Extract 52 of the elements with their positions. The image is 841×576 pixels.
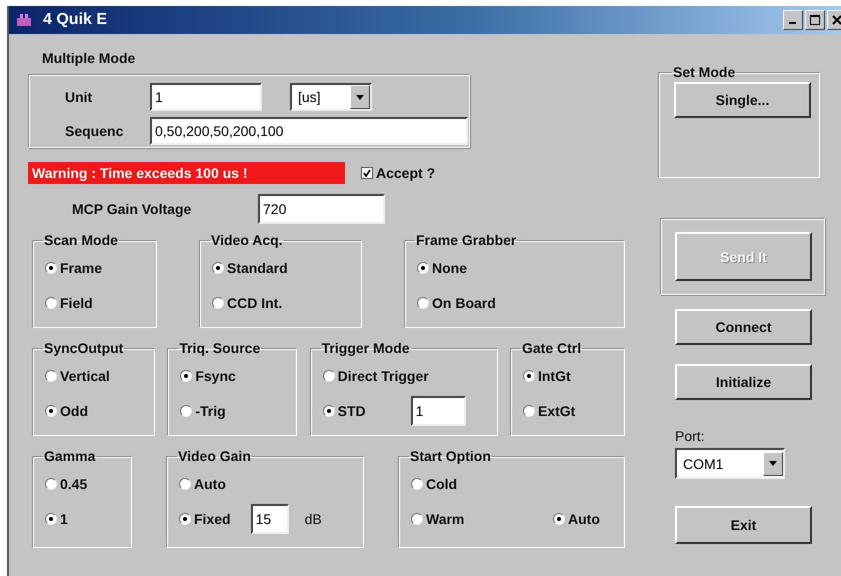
unit-label: dB	[304, 510, 322, 526]
voltage-field[interactable]: 720	[258, 194, 385, 224]
group-title: Video Gain	[177, 448, 252, 464]
group-title: Gamma	[43, 448, 96, 464]
radio-option[interactable]: None	[417, 260, 467, 276]
group-title: Scan Mode	[43, 232, 119, 248]
radio-option[interactable]: -Trig	[180, 402, 226, 418]
radio-option[interactable]: Direct Trigger	[322, 368, 429, 384]
radio-option[interactable]: Cold	[411, 476, 458, 492]
group-title: Set Mode	[672, 64, 736, 80]
radio-option[interactable]: Field	[45, 294, 93, 310]
window-title: 4 Quik E	[43, 11, 108, 29]
radio-option[interactable]: IntGt	[522, 368, 571, 384]
sequence-field[interactable]: 0,50,200,50,200,100	[150, 117, 468, 145]
port-select[interactable]: COM1	[675, 448, 785, 479]
section-title: Multiple Mode	[42, 50, 136, 66]
radio-option[interactable]: Frame	[45, 260, 102, 276]
radio-option[interactable]: Fsync	[180, 368, 236, 384]
radio-option[interactable]: STD	[322, 402, 366, 418]
group-title: Gate Ctrl	[520, 340, 582, 356]
radio-option[interactable]: Auto	[179, 476, 226, 492]
radio-option[interactable]: Odd	[45, 402, 88, 418]
radio-option[interactable]: CCD Int.	[212, 294, 282, 310]
action-button[interactable]: Initialize	[675, 364, 812, 400]
radio-option[interactable]: Auto	[553, 510, 600, 526]
radio-option[interactable]: ExtGt	[522, 402, 576, 418]
port-label: Port:	[675, 428, 706, 444]
radio-option[interactable]: Standard	[212, 260, 288, 276]
accept-checkbox[interactable]: Accept ?	[361, 165, 436, 181]
field-label: Sequenc	[65, 123, 124, 139]
warning-banner: Warning : Time exceeds 100 us !	[28, 162, 345, 184]
single-button[interactable]: Single...	[674, 82, 811, 118]
radio-option[interactable]: 0.45	[45, 476, 88, 492]
value-field[interactable]: 15	[250, 504, 289, 534]
value-field[interactable]: 1	[410, 396, 466, 426]
radio-option[interactable]: Fixed	[179, 510, 231, 526]
radio-option[interactable]: 1	[45, 510, 68, 526]
unit-select[interactable]: [us]	[290, 83, 372, 111]
radio-option[interactable]: On Board	[417, 294, 496, 310]
field-label: MCP Gain Voltage	[72, 201, 192, 217]
field-label: Unit	[65, 89, 94, 105]
group-title: SyncOutput	[43, 340, 124, 356]
group-title: Trigger Mode	[320, 340, 411, 356]
group-title: Frame Grabber	[415, 232, 518, 248]
group-title: Video Acq.	[210, 232, 284, 248]
unit-field[interactable]: 1	[150, 83, 262, 111]
exit-button[interactable]: Exit	[675, 506, 812, 544]
group-title: Triq. Source	[178, 340, 262, 356]
action-button[interactable]: Connect	[675, 309, 812, 345]
radio-option[interactable]: Vertical	[45, 368, 110, 384]
group-title: Start Option	[409, 448, 492, 464]
radio-option[interactable]: Warm	[411, 510, 464, 526]
